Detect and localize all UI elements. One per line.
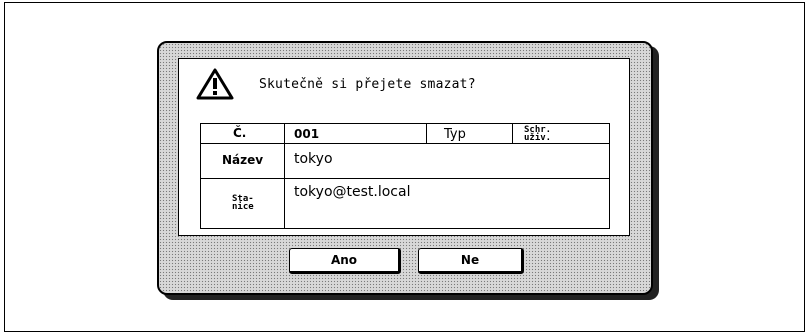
station-value: tokyo@test.local: [294, 184, 411, 200]
column-divider: [512, 124, 513, 143]
column-divider: [426, 124, 427, 143]
number-value: 001: [294, 127, 320, 141]
dialog-question: Skutečně si přejete smazat?: [259, 77, 476, 92]
entry-details-table: Č. 001 Typ Schr. uživ. Název tokyo Sta- …: [200, 123, 610, 229]
warning-triangle-icon: [196, 68, 234, 100]
row-divider: [201, 178, 609, 179]
station-label: Sta- nice: [232, 194, 254, 212]
column-divider: [284, 124, 285, 228]
row-divider: [201, 143, 609, 144]
no-button[interactable]: Ne: [418, 248, 524, 274]
user-box-label: Schr. uživ.: [524, 125, 552, 143]
number-label: Č.: [233, 126, 247, 140]
type-label: Typ: [444, 127, 466, 142]
name-label: Název: [222, 153, 264, 167]
yes-button[interactable]: Ano: [289, 248, 401, 274]
name-value: tokyo: [294, 151, 333, 167]
